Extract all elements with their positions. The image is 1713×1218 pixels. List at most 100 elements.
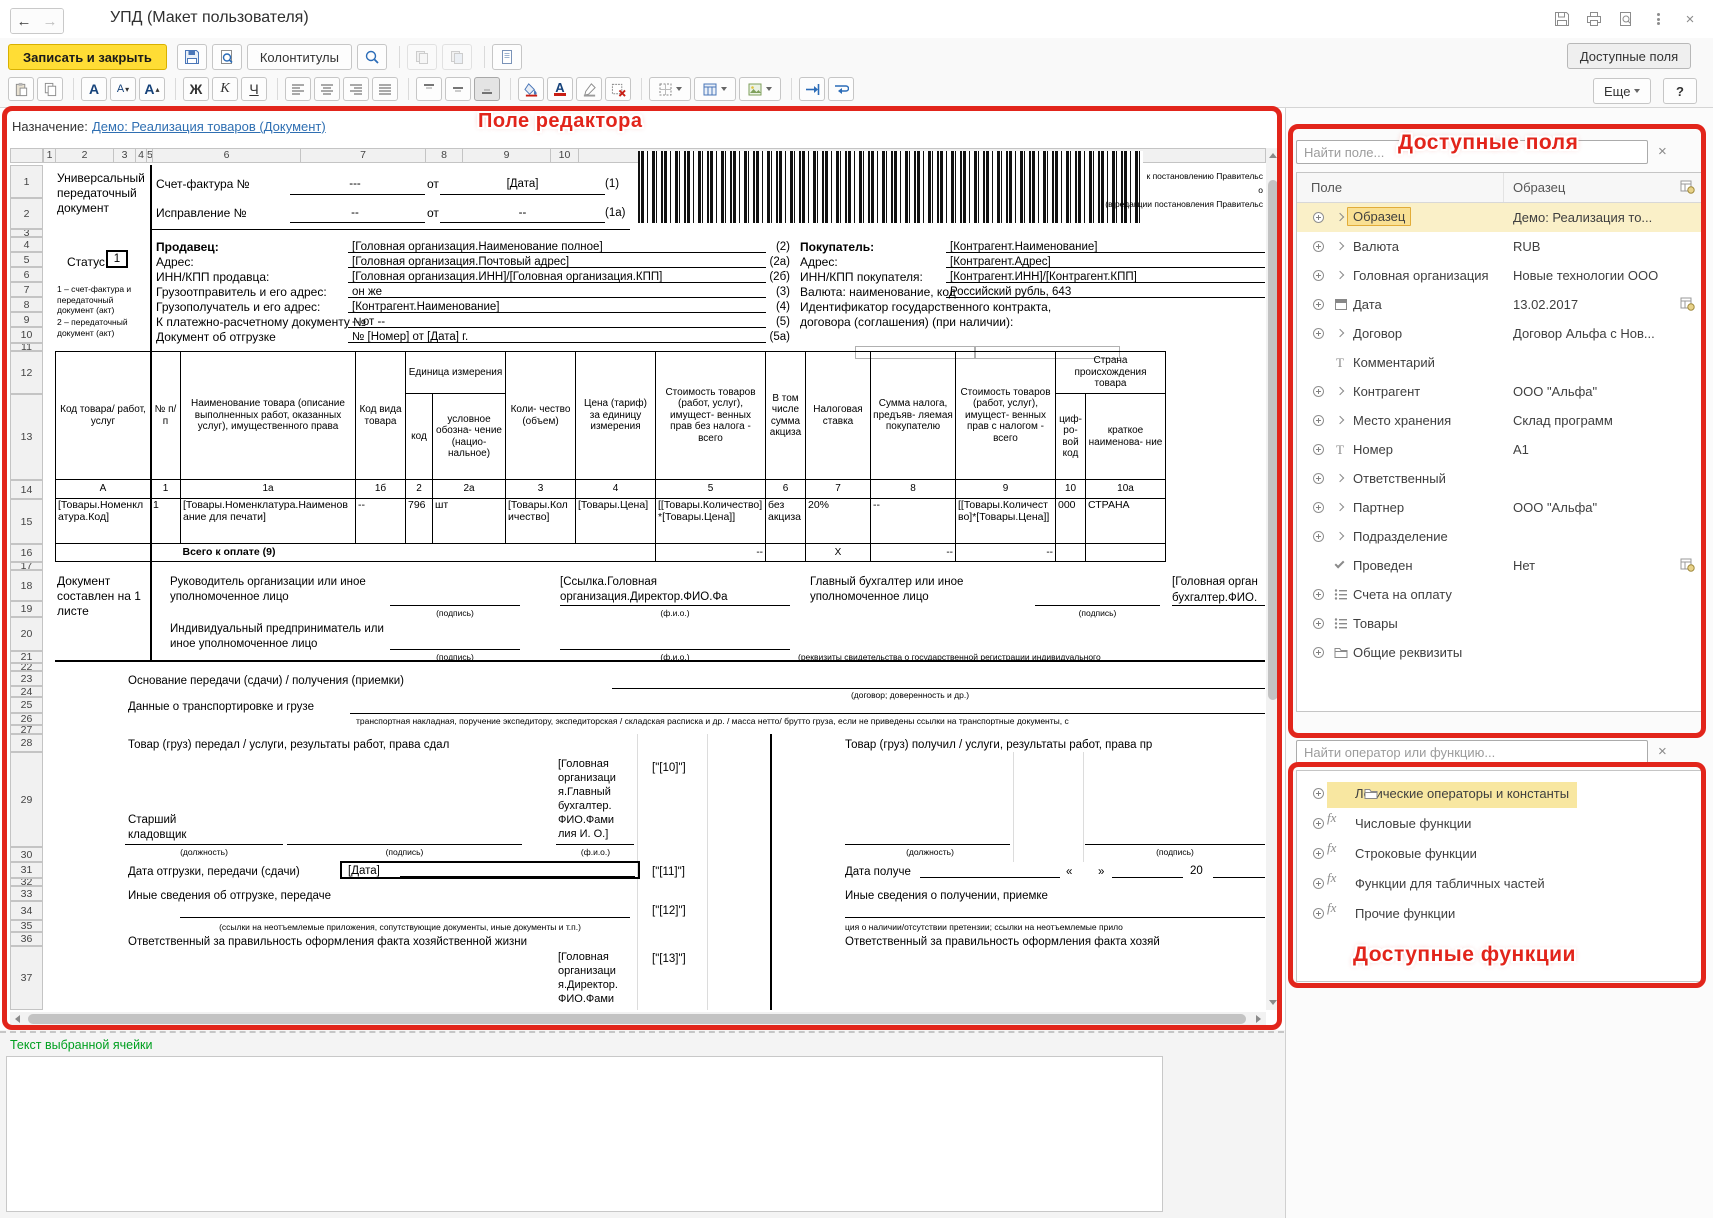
fill-color-icon[interactable] — [518, 77, 544, 101]
col-head-country[interactable]: Страна происхождения товара — [1056, 352, 1166, 394]
item-cell[interactable]: [Товары.Цена] — [576, 499, 656, 544]
row-header-18[interactable]: 18 — [10, 570, 43, 601]
expand-icon[interactable] — [1313, 908, 1324, 919]
col-head-country-name[interactable]: краткое наименова- ние — [1086, 394, 1166, 480]
function-row-tabular[interactable]: fxФункции для табличных частей — [1297, 869, 1703, 899]
horizontal-scrollbar-thumb[interactable] — [28, 1014, 1246, 1024]
row-header-1[interactable]: 1 — [10, 165, 43, 198]
purpose-link[interactable]: Демо: Реализация товаров (Документ) — [92, 119, 326, 134]
row-header-10[interactable]: 10 — [10, 327, 43, 343]
row-header-30[interactable]: 30 — [10, 847, 43, 862]
column-header-2[interactable]: 2 — [55, 148, 114, 163]
merge-cells-dropdown[interactable] — [694, 77, 736, 101]
font-button[interactable]: А — [81, 77, 107, 101]
col-head-unit-code[interactable]: код — [406, 394, 433, 480]
items-table[interactable]: Код товара/ работ, услуг № п/п Наименова… — [55, 351, 1166, 562]
item-cell[interactable]: [Товары.Номенклатура.Код] — [56, 499, 151, 544]
splitter[interactable] — [0, 1031, 1284, 1033]
col-head-excise[interactable]: В том числе сумма акциза — [766, 352, 806, 480]
italic-button[interactable]: К — [212, 77, 238, 101]
row-header-12[interactable]: 12 — [10, 351, 43, 394]
expand-icon[interactable] — [1313, 386, 1324, 397]
item-cell[interactable]: без акциза — [766, 499, 806, 544]
paste-icon[interactable] — [8, 77, 34, 101]
valign-bottom-icon[interactable] — [474, 77, 500, 101]
total-cell[interactable]: -- — [656, 544, 766, 562]
row-header-23[interactable]: 23 — [10, 671, 43, 686]
table-settings-icon[interactable] — [1680, 180, 1695, 199]
row-header-29[interactable]: 29 — [10, 752, 43, 847]
row-header-35[interactable]: 35 — [10, 920, 43, 932]
text-wrap-icon[interactable] — [828, 77, 854, 101]
copy-format-icon[interactable] — [407, 44, 437, 70]
valign-middle-icon[interactable] — [445, 77, 471, 101]
horizontal-scrollbar[interactable] — [10, 1012, 1266, 1026]
row-header-11[interactable]: 11 — [10, 343, 43, 351]
align-justify-icon[interactable] — [372, 77, 398, 101]
item-cell[interactable]: [[Товары.Количество]*[Товары.Цена]] — [656, 499, 766, 544]
align-right-icon[interactable] — [343, 77, 369, 101]
item-cell[interactable]: [Товары.Количество] — [506, 499, 576, 544]
row-header-26[interactable]: 26 — [10, 713, 43, 725]
align-left-icon[interactable] — [285, 77, 311, 101]
item-cell[interactable]: [Товары.Номенклатура.Наименование для пе… — [181, 499, 356, 544]
row-header-36[interactable]: 36 — [10, 932, 43, 946]
function-row-logic[interactable]: Логические операторы и константы — [1297, 779, 1703, 809]
field-row-proveden[interactable]: ПроведенНет — [1297, 551, 1703, 580]
expand-icon[interactable] — [1313, 878, 1324, 889]
col-head-name[interactable]: Наименование товара (описание выполненны… — [181, 352, 356, 480]
field-row-podrazdelenie[interactable]: Подразделение — [1297, 522, 1703, 551]
row-header-32[interactable]: 32 — [10, 878, 43, 886]
col-head-rate[interactable]: Налоговая ставка — [806, 352, 871, 480]
expand-icon[interactable] — [1313, 848, 1324, 859]
field-row-partner[interactable]: ПартнерООО "Альфа" — [1297, 493, 1703, 522]
sub-col[interactable]: 8 — [871, 480, 956, 499]
print-preview-button[interactable] — [212, 44, 242, 70]
item-cell[interactable]: 1 — [151, 499, 181, 544]
row-header-20[interactable]: 20 — [10, 617, 43, 651]
format-settings-icon[interactable] — [1680, 558, 1695, 577]
more-button[interactable]: Еще — [1593, 78, 1651, 104]
column-header-9[interactable]: 9 — [462, 148, 551, 163]
col-head-unit[interactable]: Единица измерения — [406, 352, 506, 394]
total-cell[interactable]: -- — [871, 544, 956, 562]
row-header-28[interactable]: 28 — [10, 734, 43, 752]
back-button[interactable]: ← — [11, 9, 37, 33]
sub-col[interactable]: 7 — [806, 480, 871, 499]
row-header-13[interactable]: 13 — [10, 394, 43, 480]
col-head-cost-wo[interactable]: Стоимость товаров (работ, услуг), имущес… — [656, 352, 766, 480]
close-icon[interactable]: × — [1681, 10, 1699, 28]
col-head-price[interactable]: Цена (тариф) за единицу измерения — [576, 352, 656, 480]
sub-col[interactable]: 9 — [956, 480, 1056, 499]
field-row-golovnaya-organizaciya[interactable]: Головная организацияНовые технологии ООО — [1297, 261, 1703, 290]
column-header-7[interactable]: 7 — [300, 148, 426, 163]
expand-icon[interactable] — [1313, 328, 1324, 339]
sub-col[interactable]: 4 — [576, 480, 656, 499]
col-header-field[interactable]: Поле — [1311, 180, 1342, 195]
sheet-corner[interactable] — [10, 148, 43, 163]
field-search-clear-icon[interactable]: × — [1658, 143, 1667, 160]
sub-col[interactable]: 1б — [356, 480, 406, 499]
font-color-icon[interactable]: А — [547, 77, 573, 101]
expand-icon[interactable] — [1313, 212, 1324, 223]
align-center-icon[interactable] — [314, 77, 340, 101]
item-cell[interactable]: [[Товары.Количество]*[Товары.Цена]] — [956, 499, 1056, 544]
row-header-21[interactable]: 21 — [10, 651, 43, 663]
total-cell[interactable]: X — [806, 544, 871, 562]
row-header-8[interactable]: 8 — [10, 297, 43, 312]
item-cell[interactable]: 000 — [1056, 499, 1086, 544]
expand-icon[interactable] — [1313, 473, 1324, 484]
sub-col[interactable]: 5 — [656, 480, 766, 499]
expand-icon[interactable] — [1313, 241, 1324, 252]
item-cell[interactable]: -- — [871, 499, 956, 544]
col-head-country-code[interactable]: циф- ро- вой код — [1056, 394, 1086, 480]
field-row-nomer[interactable]: TНомерА1 — [1297, 435, 1703, 464]
page-settings-button[interactable] — [492, 44, 522, 70]
text-orientation-icon[interactable] — [799, 77, 825, 101]
bold-button[interactable]: Ж — [183, 77, 209, 101]
field-row-mesto-hraneniya[interactable]: Место храненияСклад программ — [1297, 406, 1703, 435]
field-row-tovary[interactable]: Товары — [1297, 609, 1703, 638]
total-cell[interactable]: -- — [956, 544, 1056, 562]
expand-icon[interactable] — [1313, 502, 1324, 513]
row-header-4[interactable]: 4 — [10, 237, 43, 252]
